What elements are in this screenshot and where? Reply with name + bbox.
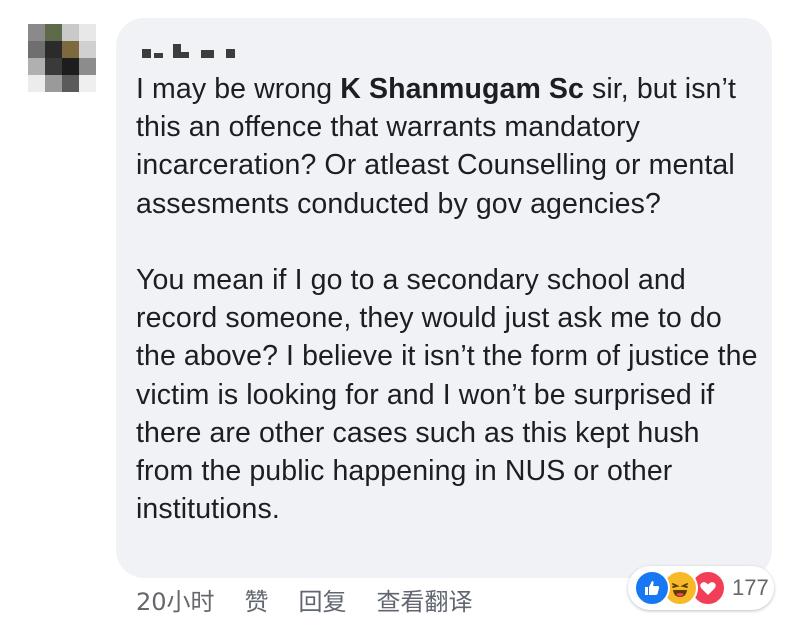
reactions-summary[interactable]: 177 xyxy=(634,570,769,606)
comment-actions: 20小时 赞 回复 查看翻译 xyxy=(136,582,503,617)
see-translation-button[interactable]: 查看翻译 xyxy=(377,582,473,617)
comment-paragraph-2: You mean if I go to a secondary school a… xyxy=(136,264,758,526)
comment-text: I may be wrong K Shanmugam Sc sir, but i… xyxy=(136,70,764,528)
comment-paragraph-1: I may be wrong K Shanmugam Sc sir, but i… xyxy=(136,70,764,223)
timestamp[interactable]: 20小时 xyxy=(136,582,215,617)
commenter-name-redacted[interactable] xyxy=(142,36,235,58)
reply-button[interactable]: 回复 xyxy=(299,582,347,617)
mention-link[interactable]: K Shanmugam Sc xyxy=(340,73,584,105)
avatar[interactable] xyxy=(28,24,96,92)
like-icon xyxy=(634,570,670,606)
like-button[interactable]: 赞 xyxy=(245,582,269,617)
comment-text-part: I may be wrong xyxy=(136,73,341,105)
reaction-count[interactable]: 177 xyxy=(732,575,769,601)
